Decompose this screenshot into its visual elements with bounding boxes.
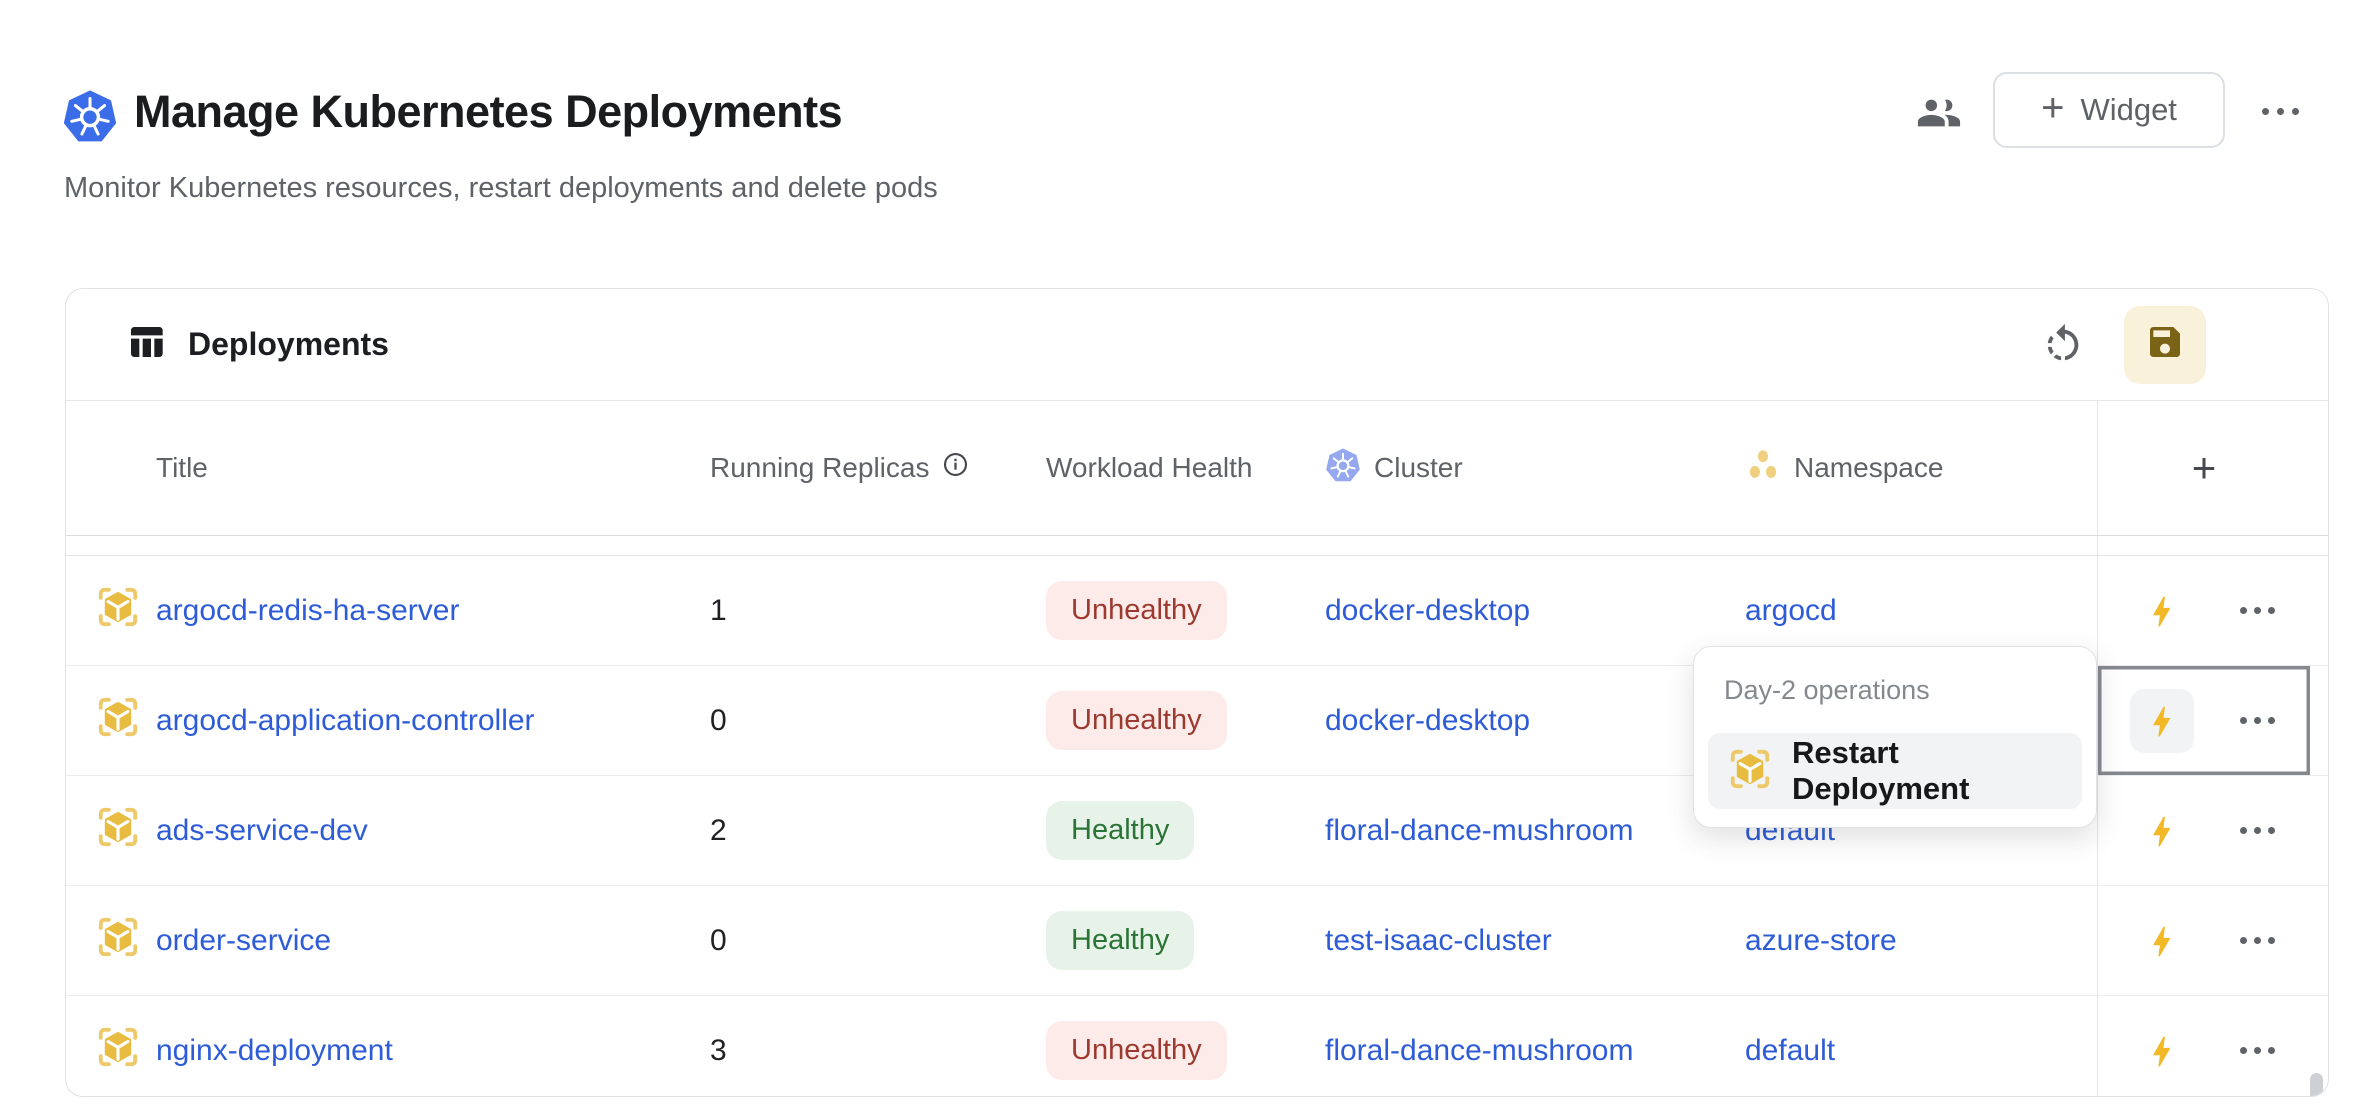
plus-icon: + (2041, 88, 2064, 128)
add-column-button[interactable]: + (2097, 401, 2310, 535)
people-icon[interactable] (1916, 90, 1962, 136)
workload-health-badge: Healthy (1046, 801, 1194, 860)
deployment-title-link[interactable]: ads-service-dev (156, 814, 368, 847)
bolt-icon[interactable] (2130, 1019, 2194, 1083)
vertical-scrollbar-thumb[interactable] (2310, 1073, 2323, 1097)
day2-operations-popup: Day-2 operations Restart Deployment (1693, 646, 2097, 828)
kubernetes-icon (62, 88, 118, 144)
column-header-replicas[interactable]: Running Replicas (710, 451, 1046, 485)
row-more-options-icon[interactable] (2240, 717, 2275, 724)
row-more-options-icon[interactable] (2240, 607, 2275, 614)
table-row[interactable]: nginx-deployment 3 Unhealthy floral-danc… (66, 996, 2328, 1097)
undo-icon[interactable] (2040, 322, 2086, 368)
deployment-icon (96, 695, 140, 747)
add-widget-button[interactable]: + Widget (1993, 72, 2225, 148)
page-subtitle: Monitor Kubernetes resources, restart de… (64, 172, 938, 205)
cluster-link[interactable]: test-isaac-cluster (1325, 924, 1552, 957)
deployment-title-link[interactable]: nginx-deployment (156, 1034, 393, 1067)
running-replicas-value: 0 (710, 704, 1046, 738)
column-header-title[interactable]: Title (156, 452, 710, 484)
row-more-options-icon[interactable] (2240, 827, 2275, 834)
row-actions-cell (2097, 556, 2310, 665)
cluster-link[interactable]: docker-desktop (1325, 594, 1530, 627)
workload-health-badge: Unhealthy (1046, 581, 1227, 640)
restart-deployment-label: Restart Deployment (1792, 735, 2062, 807)
cluster-link[interactable]: floral-dance-mushroom (1325, 814, 1633, 847)
column-header-namespace[interactable]: Namespace (1745, 447, 2097, 490)
column-header-cluster[interactable]: Cluster (1325, 447, 1745, 490)
panel-toolbar: Deployments (66, 289, 2328, 401)
row-actions-cell (2097, 776, 2310, 885)
namespace-link[interactable]: argocd (1745, 594, 1837, 627)
table-icon (126, 322, 166, 367)
running-replicas-value: 1 (710, 594, 1046, 628)
deployment-icon (96, 1025, 140, 1077)
namespace-dots-icon (1745, 447, 1781, 490)
running-replicas-value: 2 (710, 814, 1046, 848)
panel-title: Deployments (188, 326, 389, 363)
kubernetes-cluster-icon (1325, 447, 1361, 490)
bolt-icon[interactable] (2130, 909, 2194, 973)
popup-section-label: Day-2 operations (1724, 673, 2066, 707)
restart-deployment-menu-item[interactable]: Restart Deployment (1708, 733, 2082, 809)
namespace-link[interactable]: azure-store (1745, 924, 1897, 957)
bolt-icon[interactable] (2130, 799, 2194, 863)
save-button[interactable] (2124, 306, 2206, 384)
row-actions-cell (2097, 996, 2310, 1097)
deployment-title-link[interactable]: argocd-redis-ha-server (156, 594, 459, 627)
deployment-title-link[interactable]: order-service (156, 924, 331, 957)
table-header-row: Title Running Replicas Workload Health (66, 401, 2328, 536)
table-row[interactable]: order-service 0 Healthy test-isaac-clust… (66, 886, 2328, 996)
running-replicas-value: 0 (710, 924, 1046, 958)
column-header-health[interactable]: Workload Health (1046, 452, 1325, 484)
row-more-options-icon[interactable] (2240, 1047, 2275, 1054)
deployment-icon (1728, 747, 1772, 796)
row-actions-cell (2097, 666, 2310, 775)
deployment-icon (96, 915, 140, 967)
row-more-options-icon[interactable] (2240, 937, 2275, 944)
deployment-title-link[interactable]: argocd-application-controller (156, 704, 535, 737)
add-widget-label: Widget (2080, 92, 2176, 128)
workload-health-badge: Healthy (1046, 911, 1194, 970)
bolt-icon[interactable] (2130, 689, 2194, 753)
deployment-icon (96, 805, 140, 857)
info-icon[interactable] (942, 451, 969, 485)
save-icon (2145, 322, 2185, 367)
namespace-link[interactable]: default (1745, 1034, 1835, 1067)
cluster-link[interactable]: docker-desktop (1325, 704, 1530, 737)
deployment-icon (96, 585, 140, 637)
running-replicas-value: 3 (710, 1034, 1046, 1068)
cluster-link[interactable]: floral-dance-mushroom (1325, 1034, 1633, 1067)
workload-health-badge: Unhealthy (1046, 1021, 1227, 1080)
workload-health-badge: Unhealthy (1046, 691, 1227, 750)
row-actions-cell (2097, 886, 2310, 995)
partial-scrolled-row (66, 536, 2328, 556)
page-title: Manage Kubernetes Deployments (134, 86, 842, 138)
more-options-icon[interactable] (2262, 108, 2299, 115)
bolt-icon[interactable] (2130, 579, 2194, 643)
